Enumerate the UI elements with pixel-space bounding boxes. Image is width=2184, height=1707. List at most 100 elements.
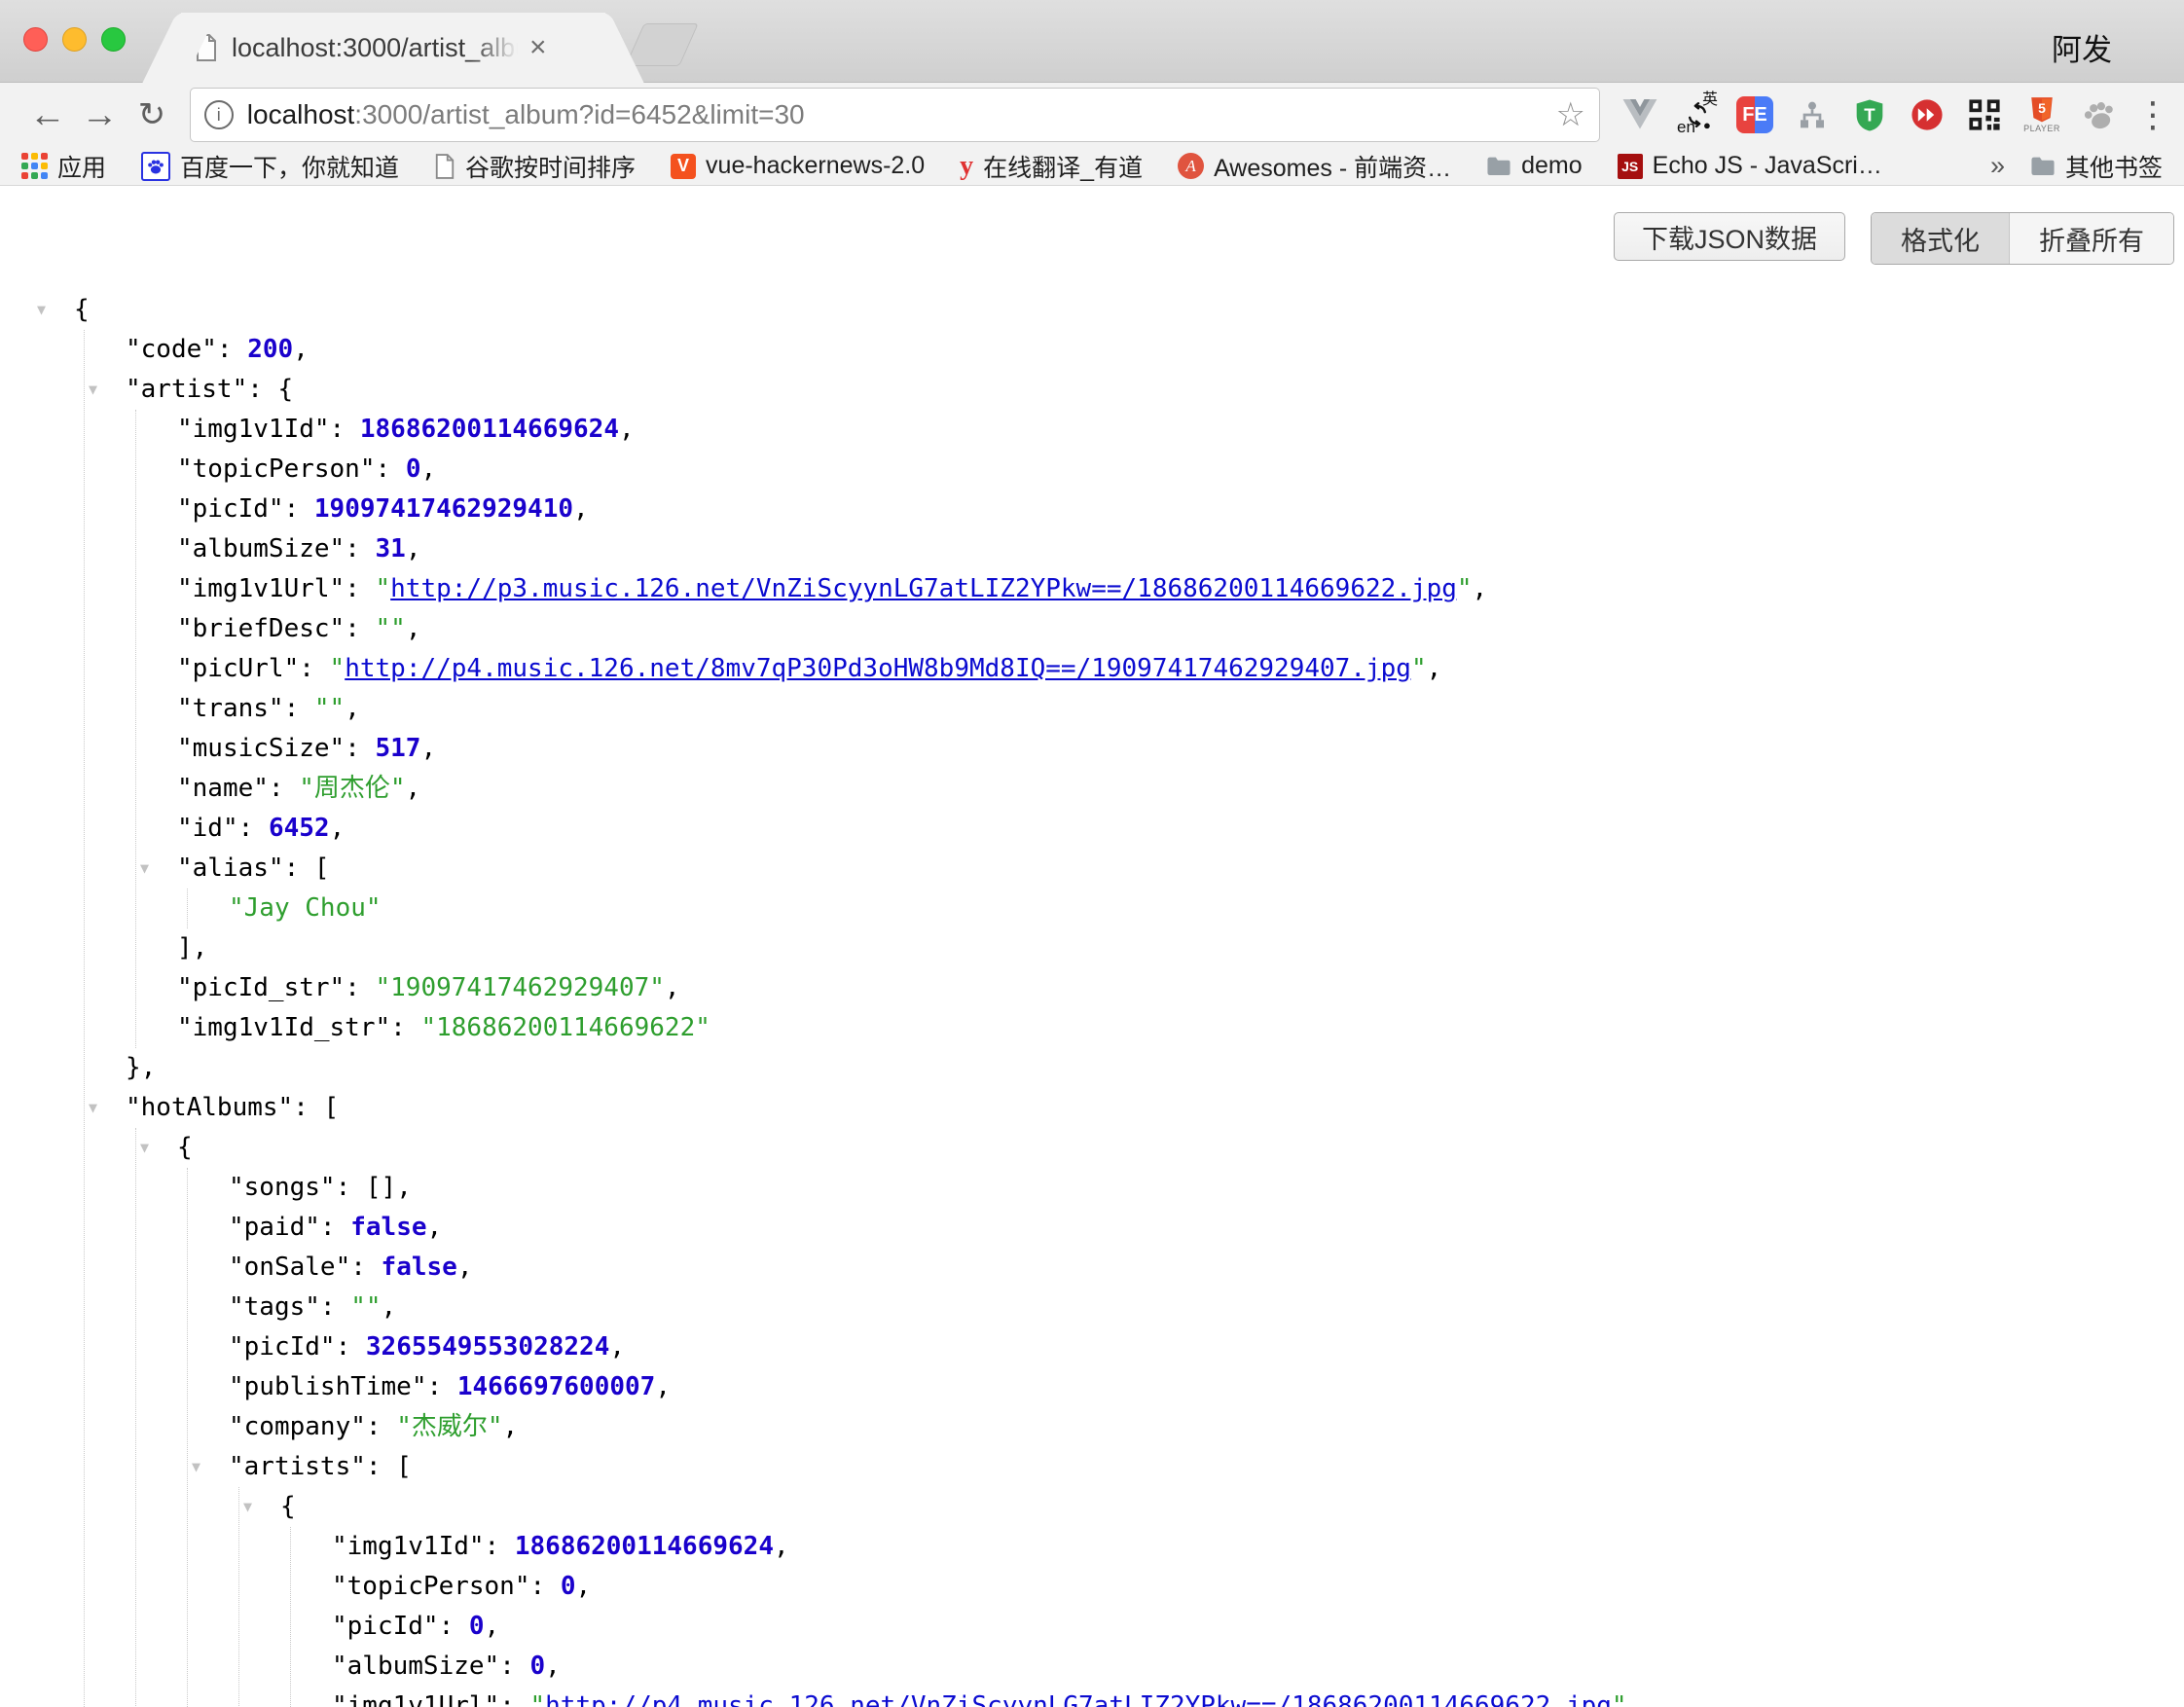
paw-icon (2083, 98, 2116, 131)
reload-button[interactable]: ↻ (126, 98, 178, 131)
bookmark-demo-folder[interactable]: demo (1486, 152, 1583, 180)
browser-menu-icon[interactable]: ⋮ (2135, 94, 2168, 135)
fast-forward-icon (1911, 98, 1944, 131)
address-bar[interactable]: i localhost:3000/artist_album?id=6452&li… (190, 88, 1600, 142)
video-speed-extension-icon[interactable] (1907, 92, 1947, 137)
bookmark-youdao-translate[interactable]: y在线翻译_有道 (960, 149, 1143, 184)
close-window-icon[interactable] (23, 27, 48, 52)
bookmark-label: 百度一下，你就知道 (180, 149, 399, 184)
back-button[interactable]: ← (21, 96, 74, 133)
json-close-bracket: ], (177, 933, 207, 962)
collapse-triangle-icon[interactable]: ▼ (140, 849, 149, 889)
json-colon: : (345, 614, 375, 643)
json-number: 18686200114669624 (515, 1532, 774, 1561)
json-number: 6452 (269, 814, 330, 843)
translate-extension-icon[interactable]: 英en (1677, 92, 1718, 137)
json-quote: " (330, 654, 346, 683)
json-boolean: false (350, 1213, 426, 1242)
json-string: "" (350, 1292, 381, 1322)
bookmark-star-icon[interactable]: ☆ (1556, 95, 1585, 134)
bookmark-awesomes[interactable]: AAwesomes - 前端资… (1178, 149, 1451, 184)
site-info-icon[interactable]: i (204, 100, 234, 129)
json-key: "musicSize" (177, 734, 345, 763)
json-line: "picId": 19097417462929410, (177, 490, 2184, 529)
new-tab-button[interactable] (625, 23, 699, 66)
sitemap-extension-icon[interactable] (1792, 92, 1833, 137)
bookmark-vue-hackernews[interactable]: Vvue-hackernews-2.0 (671, 152, 925, 180)
browser-tab[interactable]: localhost:3000/artist_album?id × (181, 13, 605, 83)
collapse-triangle-icon[interactable]: ▼ (89, 1088, 97, 1128)
collapse-triangle-icon[interactable]: ▼ (37, 290, 46, 330)
json-children: "Jay Chou" (187, 889, 2184, 928)
json-comma: , (573, 494, 589, 524)
url-text[interactable]: localhost:3000/artist_album?id=6452&limi… (247, 99, 1547, 130)
svg-text:5: 5 (2038, 100, 2046, 116)
bookmark-google-sorted[interactable]: 谷歌按时间排序 (434, 149, 636, 184)
json-comma: , (457, 1253, 473, 1282)
tampermonkey-extension-icon[interactable]: T (1849, 92, 1890, 137)
page-content: 下载JSON数据 格式化 折叠所有 ▼ { "code": 200, ▼"artist… (0, 186, 2184, 1707)
json-colon: : (345, 734, 375, 763)
html5-player-extension-icon[interactable]: 5PLAYER (2021, 92, 2062, 137)
vue-devtools-extension-icon[interactable] (1620, 92, 1660, 137)
json-open-bracket: { (177, 1133, 193, 1162)
json-url-link[interactable]: http://p3.music.126.net/VnZiScyynLG7atLI… (390, 574, 1457, 603)
zoom-window-icon[interactable] (101, 27, 126, 52)
bookmarks-overflow-icon[interactable]: » (1990, 151, 2005, 181)
collapse-triangle-icon[interactable]: ▼ (192, 1447, 200, 1487)
view-mode-switch: 格式化 折叠所有 (1871, 212, 2174, 265)
json-line: ▼"artists": [ (229, 1447, 2184, 1487)
json-string: "" (376, 614, 406, 643)
json-line: "paid": false, (229, 1208, 2184, 1248)
json-colon: : (284, 494, 314, 524)
collapse-triangle-icon[interactable]: ▼ (243, 1487, 252, 1527)
json-key: "tags" (229, 1292, 320, 1322)
json-key: "topicPerson" (177, 454, 376, 484)
json-url-link[interactable]: http://p4.music.126.net/VnZiScyynLG7atLI… (545, 1691, 1612, 1707)
json-line: "topicPerson": 0, (177, 450, 2184, 490)
bookmark-label: demo (1521, 152, 1583, 180)
json-line: "musicSize": 517, (177, 729, 2184, 769)
json-viewer-actions: 下载JSON数据 格式化 折叠所有 (0, 186, 2184, 265)
json-line: "code": 200, (126, 330, 2184, 370)
close-tab-icon[interactable]: × (529, 33, 547, 62)
json-children: ▼{"img1v1Id": 18686200114669624,"topicPe… (238, 1487, 2184, 1707)
collapse-triangle-icon[interactable]: ▼ (89, 370, 97, 410)
json-key: "company" (229, 1412, 366, 1441)
json-line: "songs": [], (229, 1168, 2184, 1208)
json-colon: : (530, 1572, 561, 1601)
json-key: "picId" (229, 1332, 336, 1362)
minimize-window-icon[interactable] (62, 27, 87, 52)
other-bookmarks-folder[interactable]: 其他书签 (2030, 149, 2163, 184)
bookmark-apps[interactable]: 应用 (21, 149, 106, 184)
json-number: 1466697600007 (457, 1372, 656, 1401)
page-favicon-icon (195, 34, 218, 61)
json-colon: : (485, 1532, 515, 1561)
url-path: :3000/artist_album?id=6452&limit=30 (354, 99, 804, 129)
paw-extension-icon[interactable] (2079, 92, 2120, 137)
download-json-button[interactable]: 下载JSON数据 (1614, 212, 1845, 261)
json-colon: : (299, 654, 329, 683)
json-line: ▼"alias": [ (177, 849, 2184, 889)
json-string: "Jay Chou" (229, 893, 382, 923)
json-line: "company": "杰威尔", (229, 1407, 2184, 1447)
json-quote: " (1411, 654, 1427, 683)
collapse-all-tab[interactable]: 折叠所有 (2009, 213, 2173, 264)
json-number: 31 (376, 534, 406, 563)
qrcode-extension-icon[interactable] (1964, 92, 2005, 137)
forward-button[interactable]: → (74, 96, 127, 133)
window-controls (23, 27, 126, 52)
bookmark-echojs[interactable]: JSEcho JS - JavaScri… (1618, 152, 1882, 180)
bookmark-baidu[interactable]: 百度一下，你就知道 (141, 149, 399, 184)
json-line: ▼"hotAlbums": [ (126, 1088, 2184, 1128)
json-close-bracket: }, (126, 1053, 156, 1082)
collapse-triangle-icon[interactable]: ▼ (140, 1128, 149, 1168)
json-colon: : (499, 1652, 529, 1681)
other-bookmarks-label: 其他书签 (2065, 149, 2163, 184)
fe-extension-icon[interactable]: FE (1734, 92, 1775, 137)
json-url-link[interactable]: http://p4.music.126.net/8mv7qP30Pd3oHW8b… (345, 654, 1411, 683)
bookmark-label: 应用 (57, 149, 106, 184)
format-tab[interactable]: 格式化 (1872, 213, 2009, 264)
profile-name[interactable]: 阿发 (2052, 25, 2112, 69)
json-comma: , (774, 1532, 789, 1561)
